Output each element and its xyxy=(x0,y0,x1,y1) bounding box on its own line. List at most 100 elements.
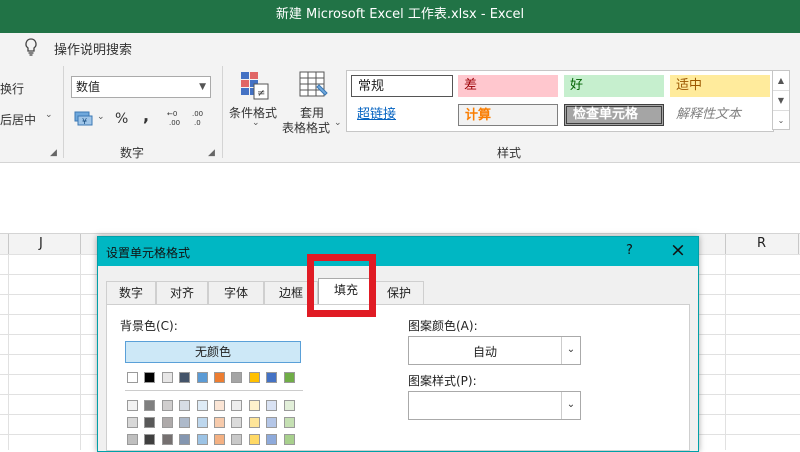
fill-panel: 背景色(C): 无颜色 图案颜色(A): 自动 ⌄ 图案样式(P): ⌄ xyxy=(106,304,690,451)
color-swatch[interactable] xyxy=(283,417,295,428)
format-cells-dialog: 设置单元格格式 ? × 数字 对齐 字体 边框 填充 保护 背景色(C): 无颜… xyxy=(97,236,699,452)
number-format-select[interactable]: 数值 ▼ xyxy=(71,76,211,98)
color-swatch[interactable] xyxy=(144,372,156,383)
alignment-dialog-launcher-icon[interactable]: ◢ xyxy=(50,148,57,158)
color-swatch[interactable] xyxy=(214,400,225,411)
color-swatch[interactable] xyxy=(248,434,260,445)
color-swatch[interactable] xyxy=(161,417,173,428)
pattern-style-label: 图案样式(P): xyxy=(408,374,477,388)
format-as-table-dropdown-icon[interactable]: ⌄ xyxy=(334,118,342,128)
svg-text:.0: .0 xyxy=(194,119,201,127)
theme-color-row xyxy=(127,434,307,446)
conditional-format-dropdown-icon[interactable]: ⌄ xyxy=(252,118,260,128)
color-swatch[interactable] xyxy=(266,372,278,383)
color-swatch[interactable] xyxy=(248,372,260,383)
cell-style-hyperlink[interactable]: 超链接 xyxy=(351,104,453,126)
color-swatch[interactable] xyxy=(127,417,138,428)
tell-me-search[interactable]: 操作说明搜索 xyxy=(54,39,132,58)
tab-alignment[interactable]: 对齐 xyxy=(156,281,208,304)
color-swatch[interactable] xyxy=(144,434,156,445)
color-swatch[interactable] xyxy=(248,400,260,411)
color-swatch[interactable] xyxy=(266,400,278,411)
gallery-scroll-up-icon[interactable]: ▲ xyxy=(773,71,789,91)
format-as-table-icon[interactable] xyxy=(299,71,329,104)
pattern-style-select[interactable]: ⌄ xyxy=(408,391,581,420)
comma-style-button[interactable]: , xyxy=(143,106,149,125)
color-swatch[interactable] xyxy=(248,417,260,428)
color-swatch[interactable] xyxy=(231,400,243,411)
color-swatch[interactable] xyxy=(179,434,191,445)
color-swatch[interactable] xyxy=(214,372,225,383)
chevron-down-icon[interactable]: ⌄ xyxy=(561,392,580,419)
color-swatch[interactable] xyxy=(196,417,208,428)
help-icon[interactable]: ? xyxy=(626,243,633,258)
gallery-scroll-down-icon[interactable]: ▼ xyxy=(773,91,789,111)
percent-style-button[interactable]: % xyxy=(115,111,128,127)
column-header-j[interactable]: J xyxy=(39,236,43,251)
number-dialog-launcher-icon[interactable]: ◢ xyxy=(208,148,215,158)
cell-style-normal[interactable]: 常规 xyxy=(351,75,453,97)
gallery-scroll: ▲ ▼ ⌄ xyxy=(772,70,790,130)
increase-decimal-icon[interactable]: ←0.00 xyxy=(166,108,186,131)
no-color-button[interactable]: 无颜色 xyxy=(125,341,301,363)
format-as-table-button-line2[interactable]: 表格格式 xyxy=(282,119,330,136)
color-swatch[interactable] xyxy=(144,400,156,411)
tab-number[interactable]: 数字 xyxy=(106,281,156,304)
lightbulb-icon[interactable] xyxy=(24,38,38,59)
styles-group-label: 样式 xyxy=(497,146,522,160)
conditional-format-icon[interactable]: ≠ xyxy=(240,71,270,104)
color-swatch[interactable] xyxy=(161,434,173,445)
cell-style-good[interactable]: 好 xyxy=(564,75,664,97)
color-swatch[interactable] xyxy=(231,372,243,383)
number-group-label: 数字 xyxy=(120,146,145,160)
color-swatch[interactable] xyxy=(283,372,295,383)
color-swatch[interactable] xyxy=(161,372,173,383)
color-swatch[interactable] xyxy=(214,434,225,445)
pattern-color-select[interactable]: 自动 ⌄ xyxy=(408,336,581,365)
color-swatch[interactable] xyxy=(231,434,243,445)
color-swatch[interactable] xyxy=(179,417,191,428)
color-swatch[interactable] xyxy=(144,417,156,428)
merge-center-button[interactable]: 后居中 xyxy=(0,111,36,128)
cell-style-check-cell[interactable]: 检查单元格 xyxy=(564,104,664,126)
color-swatch[interactable] xyxy=(283,400,295,411)
tab-font[interactable]: 字体 xyxy=(208,281,264,304)
color-swatch[interactable] xyxy=(179,372,191,383)
color-swatch[interactable] xyxy=(231,417,243,428)
color-swatch[interactable] xyxy=(283,434,295,445)
color-swatch[interactable] xyxy=(127,372,138,383)
merge-dropdown-icon[interactable]: ⌄ xyxy=(45,110,53,120)
color-swatch[interactable] xyxy=(161,400,173,411)
svg-text:←0: ←0 xyxy=(167,110,177,118)
color-swatch[interactable] xyxy=(196,434,208,445)
wrap-text-button[interactable]: 换行 xyxy=(0,80,24,97)
color-swatch[interactable] xyxy=(266,434,278,445)
color-swatch[interactable] xyxy=(127,400,138,411)
theme-color-row xyxy=(127,417,307,429)
tab-protection[interactable]: 保护 xyxy=(374,281,424,304)
column-header-r[interactable]: R xyxy=(757,236,766,251)
cell-styles-gallery: 常规 差 好 适中 超链接 计算 检查单元格 解释性文本 xyxy=(346,70,774,132)
window-title-bar: 新建 Microsoft Excel 工作表.xlsx - Excel xyxy=(0,0,800,33)
color-swatch[interactable] xyxy=(266,417,278,428)
decrease-decimal-icon[interactable]: .00.0 xyxy=(191,108,211,131)
currency-dropdown-icon[interactable]: ⌄ xyxy=(97,112,105,122)
cell-style-explanatory[interactable]: 解释性文本 xyxy=(670,104,770,126)
svg-text:¥: ¥ xyxy=(82,117,87,126)
gallery-more-icon[interactable]: ⌄ xyxy=(773,111,789,130)
cell-style-bad[interactable]: 差 xyxy=(458,75,558,97)
theme-color-row xyxy=(127,372,307,384)
color-swatch[interactable] xyxy=(127,434,138,445)
color-swatch[interactable] xyxy=(179,400,191,411)
color-swatch[interactable] xyxy=(196,400,208,411)
formula-area xyxy=(0,163,800,233)
color-swatch[interactable] xyxy=(214,417,225,428)
color-swatch[interactable] xyxy=(196,372,208,383)
cell-style-calculation[interactable]: 计算 xyxy=(458,104,558,126)
background-color-label: 背景色(C): xyxy=(120,319,178,333)
close-icon[interactable]: × xyxy=(670,239,686,261)
currency-format-icon[interactable]: ¥ xyxy=(74,109,96,130)
chevron-down-icon[interactable]: ⌄ xyxy=(561,337,580,364)
cell-style-neutral[interactable]: 适中 xyxy=(670,75,770,97)
svg-text:.00: .00 xyxy=(169,119,180,127)
